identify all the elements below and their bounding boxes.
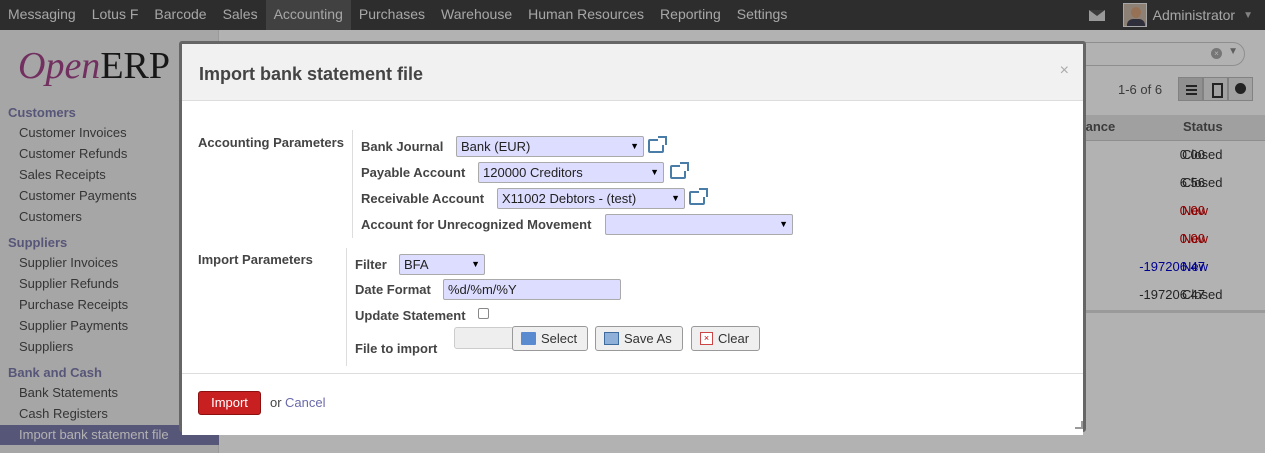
import-button[interactable]: Import — [198, 391, 261, 415]
folder-icon — [521, 332, 536, 345]
import-parameters-label: Import Parameters — [198, 252, 313, 267]
accounting-parameters-label: Accounting Parameters — [198, 135, 344, 150]
dialog-header: Import bank statement file × — [182, 44, 1083, 101]
close-icon[interactable]: × — [1060, 62, 1069, 80]
dialog-title: Import bank statement file — [199, 64, 424, 84]
external-link-icon[interactable] — [689, 188, 708, 205]
update-statement-checkbox[interactable] — [478, 308, 489, 319]
payable-account-label: Payable Account — [361, 165, 466, 180]
unrecognized-movement-label: Account for Unrecognized Movement — [361, 217, 592, 232]
or-text: or — [270, 395, 282, 410]
update-statement-label: Update Statement — [355, 308, 466, 323]
cancel-link[interactable]: Cancel — [285, 395, 325, 410]
bank-journal-select[interactable]: Bank (EUR) ▼ — [456, 136, 644, 157]
accounting-parameters-group — [352, 130, 353, 238]
unrecognized-movement-select[interactable]: ▼ — [605, 214, 793, 235]
import-dialog: Import bank statement file × Accounting … — [179, 41, 1086, 435]
dropdown-arrow-icon: ▼ — [630, 141, 639, 151]
import-parameters-group — [346, 248, 347, 366]
external-link-icon[interactable] — [670, 162, 689, 179]
payable-account-select[interactable]: 120000 Creditors ▼ — [478, 162, 664, 183]
clear-file-button[interactable]: × Clear — [691, 326, 761, 351]
file-input[interactable] — [454, 327, 514, 349]
dropdown-arrow-icon: ▼ — [779, 219, 788, 229]
save-icon — [604, 332, 619, 345]
bank-journal-label: Bank Journal — [361, 139, 444, 154]
external-link-icon[interactable] — [648, 136, 667, 153]
clear-icon: × — [700, 332, 713, 345]
date-format-label: Date Format — [355, 282, 431, 297]
dropdown-arrow-icon: ▼ — [671, 193, 680, 203]
dropdown-arrow-icon: ▼ — [471, 259, 480, 269]
filter-label: Filter — [355, 257, 387, 272]
dialog-footer: Import or Cancel — [182, 373, 1083, 435]
save-as-button[interactable]: Save As — [595, 326, 683, 351]
select-file-button[interactable]: Select — [512, 326, 589, 351]
resize-grip-icon[interactable] — [1075, 421, 1083, 429]
dropdown-arrow-icon: ▼ — [650, 167, 659, 177]
date-format-input[interactable]: %d/%m/%Y — [443, 279, 621, 300]
file-to-import-label: File to import — [355, 341, 438, 356]
receivable-account-label: Receivable Account — [361, 191, 485, 206]
filter-select[interactable]: BFA ▼ — [399, 254, 485, 275]
receivable-account-select[interactable]: X11002 Debtors - (test) ▼ — [497, 188, 685, 209]
